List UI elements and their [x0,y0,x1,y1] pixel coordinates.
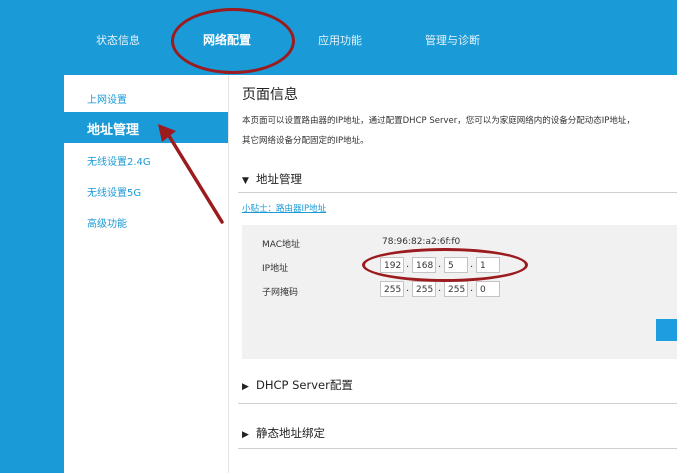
sidebar-item-label: 上网设置 [87,95,127,106]
section-address-label: 地址管理 [256,172,302,186]
dot-separator: . [470,259,474,270]
content-area: 页面信息 本页面可以设置路由器的IP地址，通过配置DHCP Server，您可以… [228,75,677,473]
triangle-right-icon: ▶ [242,382,249,392]
triangle-down-icon: ▼ [242,176,249,186]
divider [238,448,677,449]
sidebar: 上网设置 地址管理 无线设置2.4G 无线设置5G 高级功能 [64,75,229,473]
description-line-1: 本页面可以设置路由器的IP地址，通过配置DHCP Server，您可以为家庭网络… [242,116,635,126]
dot-separator: . [438,283,442,294]
page-title: 页面信息 [242,87,298,103]
mask-label: 子网掩码 [262,288,299,298]
dot-separator: . [406,283,410,294]
nav-app-functions[interactable]: 应用功能 [318,32,362,48]
top-navigation: 状态信息 网络配置 应用功能 管理与诊断 [0,0,677,72]
sidebar-item-label: 地址管理 [87,123,140,138]
nav-status-info[interactable]: 状态信息 [96,32,140,48]
divider [238,192,677,193]
sidebar-item-address-management[interactable]: 地址管理 [64,112,228,143]
page-description: 本页面可以设置路由器的IP地址，通过配置DHCP Server，您可以为家庭网络… [242,111,677,151]
divider [238,403,677,404]
nav-network-config[interactable]: 网络配置 [203,31,251,48]
mask-octet-3[interactable]: 255 [444,281,468,297]
dot-separator: . [438,259,442,270]
section-static-header[interactable]: ▶ 静态地址绑定 [242,425,677,441]
ip-octet-4[interactable]: 1 [476,257,500,273]
mac-label: MAC地址 [262,240,301,250]
description-line-2: 其它网络设备分配固定的IP地址。 [242,136,369,146]
save-button[interactable] [656,319,677,341]
address-form: MAC地址 78:96:82:a2:6f:f0 IP地址 192 . 168 .… [242,225,677,359]
mask-octet-1[interactable]: 255 [380,281,404,297]
sidebar-item-label: 无线设置5G [87,188,142,199]
ip-octet-2[interactable]: 168 [412,257,436,273]
triangle-right-icon: ▶ [242,430,249,440]
dot-separator: . [406,259,410,270]
section-static-label: 静态地址绑定 [256,426,325,440]
section-dhcp-header[interactable]: ▶ DHCP Server配置 [242,377,677,393]
ip-label: IP地址 [262,264,289,274]
sidebar-item-label: 无线设置2.4G [87,157,151,168]
section-dhcp-label: DHCP Server配置 [256,378,353,392]
mac-value: 78:96:82:a2:6f:f0 [382,237,461,247]
tip-link[interactable]: 小贴士：路由器IP地址 [242,202,326,214]
nav-management-diagnostics[interactable]: 管理与诊断 [425,32,480,48]
mask-octet-4[interactable]: 0 [476,281,500,297]
mask-octet-2[interactable]: 255 [412,281,436,297]
sidebar-item-label: 高级功能 [87,219,127,230]
dot-separator: . [470,283,474,294]
section-address-header[interactable]: ▼ 地址管理 [242,171,677,187]
ip-octet-1[interactable]: 192 [380,257,404,273]
ip-octet-3[interactable]: 5 [444,257,468,273]
